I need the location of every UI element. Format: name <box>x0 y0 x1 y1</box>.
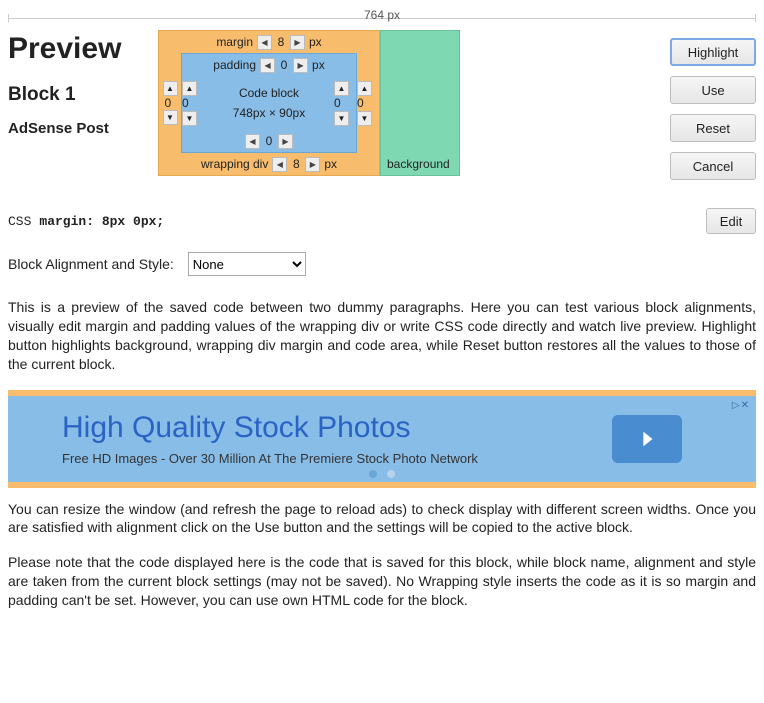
css-value: margin: 8px 0px; <box>39 214 164 229</box>
highlight-button[interactable]: Highlight <box>670 38 756 66</box>
css-label: CSS <box>8 214 31 229</box>
padding-left-inc[interactable]: ▲ <box>182 81 197 96</box>
ad-cta-button[interactable] <box>612 415 682 463</box>
margin-top-inc[interactable]: ▶ <box>290 35 305 50</box>
padding-right-inc[interactable]: ▲ <box>334 81 349 96</box>
margin-left-inc[interactable]: ▲ <box>163 81 178 96</box>
padding-bottom-inc[interactable]: ▶ <box>278 134 293 149</box>
background-strip: background <box>380 30 460 176</box>
ad-wrapping: High Quality Stock Photos Free HD Images… <box>8 390 756 488</box>
unit-px: px <box>309 35 322 49</box>
width-ruler: 764 px <box>8 8 756 26</box>
margin-left-value: 0 <box>163 96 178 110</box>
align-select[interactable]: None <box>188 252 306 276</box>
preview-heading: Preview <box>8 32 158 66</box>
padding-bottom-value: 0 <box>260 134 278 148</box>
padding-top-value: 0 <box>275 58 293 72</box>
margin-left-dec[interactable]: ▼ <box>163 110 178 125</box>
padding-top-inc[interactable]: ▶ <box>293 58 308 73</box>
padding-left-dec[interactable]: ▼ <box>182 111 197 126</box>
padding-left-value: 0 <box>182 96 189 110</box>
adchoices-icon[interactable]: ▷✕ <box>732 400 750 411</box>
padding-label: padding <box>213 58 256 72</box>
code-block-area: Code block 748px × 90px <box>204 76 334 130</box>
box-model-editor: margin ◀ 8 ▶ px ▲ <box>158 30 460 176</box>
margin-label: margin <box>216 35 253 49</box>
margin-top-dec[interactable]: ◀ <box>257 35 272 50</box>
block-heading: Block 1 <box>8 84 158 106</box>
margin-bottom-dec[interactable]: ◀ <box>272 157 287 172</box>
paragraph-1: This is a preview of the saved code betw… <box>8 298 756 374</box>
ruler-label: 764 px <box>364 8 400 22</box>
paragraph-3: Please note that the code displayed here… <box>8 553 756 610</box>
padding-top-dec[interactable]: ◀ <box>260 58 275 73</box>
margin-right-inc[interactable]: ▲ <box>357 81 372 96</box>
ad-title: High Quality Stock Photos <box>62 411 478 445</box>
chevron-right-icon <box>636 428 658 450</box>
align-label: Block Alignment and Style: <box>8 256 174 272</box>
subtitle-heading: AdSense Post <box>8 120 158 137</box>
ad-banner[interactable]: High Quality Stock Photos Free HD Images… <box>8 396 756 482</box>
code-block-title: Code block <box>204 86 334 100</box>
background-label: background <box>387 157 450 171</box>
padding-right-value: 0 <box>334 96 341 110</box>
padding-bottom-dec[interactable]: ◀ <box>245 134 260 149</box>
ad-dot-2[interactable] <box>387 470 395 478</box>
padding-right-dec[interactable]: ▼ <box>334 111 349 126</box>
margin-right-value: 0 <box>357 96 364 110</box>
margin-bottom-inc[interactable]: ▶ <box>305 157 320 172</box>
paragraph-2: You can resize the window (and refresh t… <box>8 500 756 538</box>
ad-dot-1[interactable] <box>369 470 377 478</box>
reset-button[interactable]: Reset <box>670 114 756 142</box>
code-block-dim: 748px × 90px <box>204 106 334 120</box>
margin-right-dec[interactable]: ▼ <box>357 111 372 126</box>
edit-button[interactable]: Edit <box>706 208 756 234</box>
use-button[interactable]: Use <box>670 76 756 104</box>
wrapping-label: wrapping div <box>201 157 268 171</box>
margin-bottom-value: 8 <box>287 157 305 171</box>
margin-top-value: 8 <box>272 35 290 49</box>
cancel-button[interactable]: Cancel <box>670 152 756 180</box>
ad-subtitle: Free HD Images - Over 30 Million At The … <box>62 451 478 466</box>
ad-pagination <box>369 470 395 478</box>
